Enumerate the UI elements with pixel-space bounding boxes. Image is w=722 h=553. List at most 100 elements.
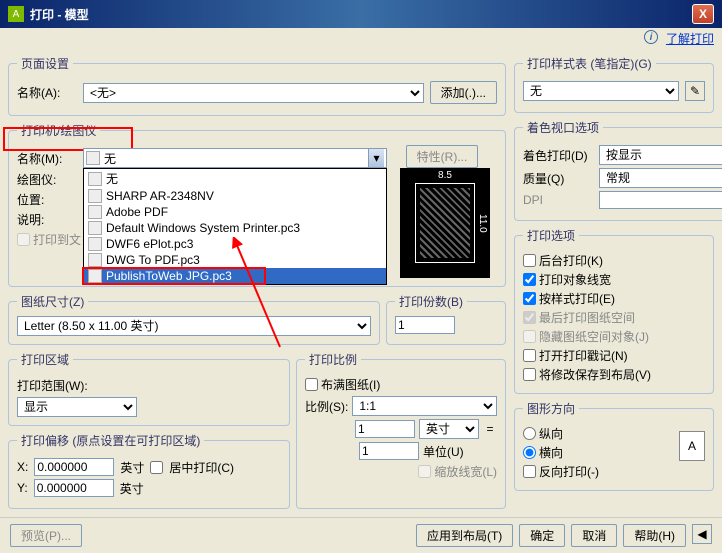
plot-style-select[interactable]: 无	[523, 81, 679, 101]
orientation-preview-icon: A	[679, 431, 705, 461]
opt-save-checkbox[interactable]	[523, 368, 536, 381]
scale-group: 打印比例 布满图纸(I) 比例(S): 1:1 英寸 = 单位(U) 缩放线宽(…	[296, 351, 506, 509]
copies-input[interactable]	[395, 316, 455, 334]
printer-option-label: Adobe PDF	[106, 205, 168, 219]
orientation-legend: 图形方向	[523, 400, 579, 417]
printer-option[interactable]: DWF6 ePlot.pc3	[84, 236, 386, 252]
printer-option-label: DWG To PDF.pc3	[106, 253, 200, 267]
printer-option[interactable]: PublishToWeb JPG.pc3	[84, 268, 386, 284]
ratio-select[interactable]: 1:1	[352, 396, 497, 416]
reverse-label: 反向打印(-)	[539, 463, 599, 480]
scale-lw-label: 缩放线宽(L)	[434, 463, 497, 480]
expand-button[interactable]: ◀	[692, 524, 712, 544]
preview-button: 预览(P)...	[10, 524, 82, 547]
offset-legend: 打印偏移 (原点设置在可打印区域)	[17, 432, 204, 449]
x-unit: 英寸	[120, 459, 144, 476]
cancel-button[interactable]: 取消	[571, 524, 617, 547]
equals-icon: =	[483, 422, 497, 436]
y-unit: 英寸	[120, 480, 144, 497]
plot-style-group: 打印样式表 (笔指定)(G) 无 ✎	[514, 55, 714, 113]
reverse-checkbox[interactable]	[523, 465, 536, 478]
ok-button[interactable]: 确定	[519, 524, 565, 547]
fit-label: 布满图纸(I)	[321, 376, 380, 393]
printer-option[interactable]: DWG To PDF.pc3	[84, 252, 386, 268]
printer-option[interactable]: Default Windows System Printer.pc3	[84, 220, 386, 236]
ratio-label: 比例(S):	[305, 398, 348, 415]
paper-size-group: 图纸尺寸(Z) Letter (8.50 x 11.00 英寸)	[8, 293, 380, 345]
opt-ps-label: 按样式打印(E)	[539, 290, 615, 307]
scale-lw-checkbox	[418, 465, 431, 478]
copies-legend: 打印份数(B)	[395, 293, 467, 310]
quality-label: 质量(Q)	[523, 170, 593, 187]
printer-group: 打印机/绘图仪 名称(M): 无 ▾ 无SHARP AR-2348NVAdobe…	[8, 122, 506, 287]
center-checkbox[interactable]	[150, 461, 163, 474]
printer-option-icon	[88, 269, 102, 283]
landscape-radio[interactable]	[523, 446, 536, 459]
pageset-name-label: 名称(A):	[17, 84, 77, 101]
paper-preview: 8.5 11.0	[400, 168, 490, 278]
help-button[interactable]: 帮助(H)	[623, 524, 686, 547]
info-icon: i	[644, 30, 658, 44]
offset-group: 打印偏移 (原点设置在可打印区域) X: 英寸 居中打印(C) Y: 英寸	[8, 432, 290, 509]
close-button[interactable]: X	[692, 4, 714, 24]
page-setup-legend: 页面设置	[17, 55, 73, 72]
printer-option[interactable]: 无	[84, 169, 386, 188]
shaded-viewport-group: 着色视口选项 着色打印(D)按显示 质量(Q)常规 DPI	[514, 119, 722, 221]
printer-option-icon	[88, 172, 102, 186]
dpi-input	[599, 191, 722, 209]
window-title: 打印 - 模型	[30, 6, 692, 23]
opt-hide-checkbox	[523, 330, 536, 343]
add-pageset-button[interactable]: 添加(.)...	[430, 81, 497, 104]
y-label: Y:	[17, 481, 28, 495]
portrait-label: 纵向	[539, 425, 563, 442]
portrait-radio[interactable]	[523, 427, 536, 440]
printer-option-label: SHARP AR-2348NV	[106, 189, 214, 203]
opt-lw-checkbox[interactable]	[523, 273, 536, 286]
scale-den-input[interactable]	[359, 442, 419, 460]
printer-option-icon	[88, 205, 102, 219]
opt-bg-checkbox[interactable]	[523, 254, 536, 267]
shade-label: 着色打印(D)	[523, 147, 593, 164]
fit-checkbox[interactable]	[305, 378, 318, 391]
x-label: X:	[17, 460, 28, 474]
printer-name-label: 名称(M):	[17, 150, 77, 167]
printer-option-icon	[88, 253, 102, 267]
page-setup-group: 页面设置 名称(A): <无> 添加(.)...	[8, 55, 506, 116]
print-what-label: 打印范围(W):	[17, 377, 88, 394]
pageset-name-select[interactable]: <无>	[83, 83, 424, 103]
opt-stamp-label: 打开打印戳记(N)	[539, 347, 628, 364]
printer-option-label: 无	[106, 170, 118, 187]
offset-x-input[interactable]	[34, 458, 114, 476]
print-to-file-label: 打印到文	[33, 231, 81, 248]
plotter-label: 绘图仪:	[17, 171, 77, 188]
scale-unit1-select[interactable]: 英寸	[419, 419, 479, 439]
printer-option-icon	[88, 221, 102, 235]
printer-option[interactable]: Adobe PDF	[84, 204, 386, 220]
shade-select[interactable]: 按显示	[599, 145, 722, 165]
print-options-legend: 打印选项	[523, 227, 579, 244]
print-what-select[interactable]: 显示	[17, 397, 137, 417]
printer-option-label: DWF6 ePlot.pc3	[106, 237, 193, 251]
center-label: 居中打印(C)	[169, 459, 234, 476]
opt-save-label: 将修改保存到布局(V)	[539, 366, 651, 383]
plot-style-edit-button[interactable]: ✎	[685, 81, 705, 101]
printer-option-icon	[88, 189, 102, 203]
scale-legend: 打印比例	[305, 351, 361, 368]
landscape-label: 横向	[539, 444, 563, 461]
opt-last-checkbox	[523, 311, 536, 324]
scale-num-input[interactable]	[355, 420, 415, 438]
printer-legend: 打印机/绘图仪	[17, 122, 100, 139]
printer-option[interactable]: SHARP AR-2348NV	[84, 188, 386, 204]
opt-stamp-checkbox[interactable]	[523, 349, 536, 362]
apply-layout-button[interactable]: 应用到布局(T)	[416, 524, 513, 547]
shaded-viewport-legend: 着色视口选项	[523, 119, 603, 136]
offset-y-input[interactable]	[34, 479, 114, 497]
quality-select[interactable]: 常规	[599, 168, 722, 188]
app-icon: A	[8, 6, 24, 22]
printer-name-dropdown[interactable]: 无 ▾ 无SHARP AR-2348NVAdobe PDFDefault Win…	[83, 148, 387, 168]
printer-option-label: Default Windows System Printer.pc3	[106, 221, 300, 235]
opt-ps-checkbox[interactable]	[523, 292, 536, 305]
paper-size-select[interactable]: Letter (8.50 x 11.00 英寸)	[17, 316, 371, 336]
print-area-legend: 打印区域	[17, 351, 73, 368]
learn-print-link[interactable]: 了解打印	[666, 30, 714, 47]
